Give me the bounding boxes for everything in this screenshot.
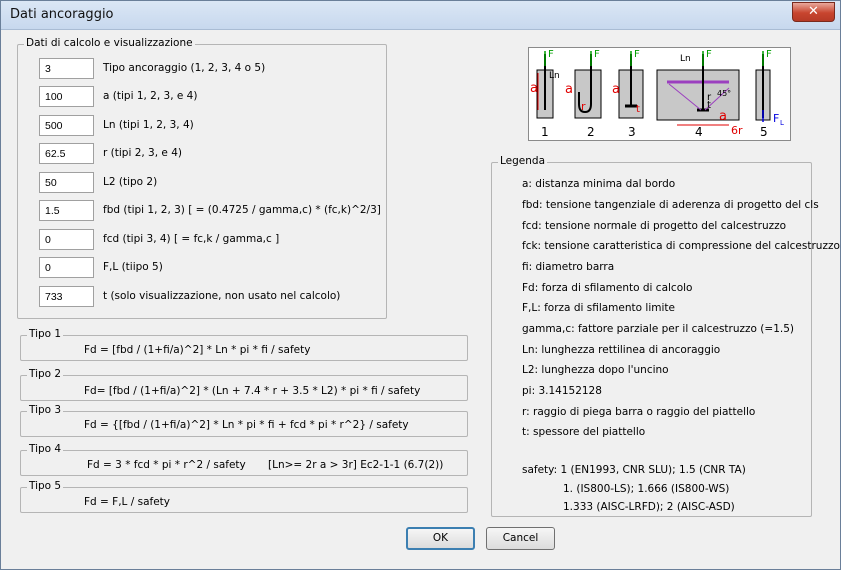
t-label: t (solo visualizzazione, non usato nel c… (103, 290, 341, 302)
fcd-label: fcd (tipi 3, 4) [ = fc,k / gamma,c ] (103, 233, 280, 245)
type5-number: 5 (760, 125, 768, 139)
dialog-window: Dati ancoraggio ✕ Dati di calcolo e visu… (0, 0, 841, 570)
type5-fl-subscript: L (780, 119, 784, 127)
l2-label: L2 (tipo 2) (103, 176, 158, 188)
legend-line-fl: F,L: forza di sfilamento limite (522, 302, 675, 314)
type1-f-label: F (548, 49, 554, 60)
legend-safety-1: safety: 1 (EN1993, CNR SLU); 1.5 (CNR TA… (522, 464, 746, 476)
type4-ln-label: Ln (680, 54, 691, 64)
type4-f-label: F (706, 49, 712, 60)
anchorage-figure: F a Ln 1 F a r 2 F a t 3 F Ln r t 45° a … (528, 47, 791, 141)
type3-sketch: F a t 3 (612, 49, 644, 139)
tipo5-label: Tipo 5 (27, 480, 64, 492)
anchorage-diagram: F a Ln 1 F a r 2 F a t 3 F Ln r t 45° a … (530, 49, 784, 139)
type4-a-label: a (719, 109, 727, 124)
tipo4-label: Tipo 4 (27, 443, 64, 455)
tipo1-formula: Fd = [fbd / (1+fi/a)^2] * Ln * pi * fi /… (84, 344, 311, 356)
tipo1-label: Tipo 1 (27, 328, 64, 340)
r-input[interactable] (39, 143, 94, 164)
fl-input[interactable] (39, 257, 94, 278)
fl-label: F,L (tiipo 5) (103, 261, 163, 273)
type4-sketch: F Ln r t 45° a 6r 4 (656, 49, 743, 139)
type5-sketch: F F L 5 (755, 49, 784, 139)
type2-sketch: F a r 2 (565, 49, 602, 139)
legend-line-t: t: spessore del piattello (522, 426, 646, 438)
legend-line-ln: Ln: lunghezza rettilinea di ancoraggio (522, 344, 721, 356)
legend-line-a: a: distanza minima dal bordo (522, 178, 676, 190)
title-bar: Dati ancoraggio ✕ (1, 1, 840, 30)
legend-group-label: Legenda (498, 155, 548, 167)
tipo4-note: [Ln>= 2r a > 3r] Ec2-1-1 (6.7(2)) (268, 459, 444, 471)
ln-input[interactable] (39, 115, 94, 136)
l2-input[interactable] (39, 172, 94, 193)
legend-safety-3: 1.333 (AISC-LRFD); 2 (AISC-ASD) (563, 501, 735, 513)
legend-line-l2: L2: lunghezza dopo l'uncino (522, 364, 669, 376)
type3-number: 3 (628, 125, 636, 139)
a-input[interactable] (39, 86, 94, 107)
type4-t-label: t (707, 100, 711, 111)
window-title: Dati ancoraggio (10, 7, 114, 22)
type1-number: 1 (541, 125, 549, 139)
legend-line-r: r: raggio di piega barra o raggio del pi… (522, 406, 756, 418)
legend-line-pi: pi: 3.14152128 (522, 385, 602, 397)
type1-a-label: a (530, 81, 538, 96)
type2-f-label: F (594, 49, 600, 60)
close-button[interactable]: ✕ (792, 2, 835, 22)
legend-line-gamma: gamma,c: fattore parziale per il calcest… (522, 323, 794, 335)
tipo4-formula: Fd = 3 * fcd * pi * r^2 / safety (87, 459, 246, 471)
ln-label: Ln (tipi 1, 2, 3, 4) (103, 119, 194, 131)
legend-safety-2: 1. (IS800-LS); 1.666 (IS800-WS) (563, 483, 730, 495)
tipo3-formula: Fd = {[fbd / (1+fi/a)^2] * Ln * pi * fi … (84, 419, 409, 431)
tipo5-formula: Fd = F,L / safety (84, 496, 171, 508)
fbd-input[interactable] (39, 200, 94, 221)
type4-6r-label: 6r (731, 124, 743, 137)
type4-number: 4 (695, 125, 703, 139)
legend-line-fck: fck: tensione caratteristica di compress… (522, 240, 840, 252)
t-input[interactable] (39, 286, 94, 307)
type4-angle-label: 45° (717, 89, 731, 98)
tipo-ancoraggio-label: Tipo ancoraggio (1, 2, 3, 4 o 5) (103, 62, 266, 74)
type5-fl-label: F (773, 112, 779, 125)
type2-r-label: r (581, 100, 586, 113)
type2-number: 2 (587, 125, 595, 139)
tipo2-label: Tipo 2 (27, 368, 64, 380)
type3-t-label: t (636, 104, 640, 115)
fcd-input[interactable] (39, 229, 94, 250)
params-group-label: Dati di calcolo e visualizzazione (24, 37, 195, 49)
tipo2-formula: Fd= [fbd / (1+fi/a)^2] * (Ln + 7.4 * r +… (84, 385, 421, 397)
legend-line-fd: Fd: forza di sfilamento di calcolo (522, 282, 693, 294)
a-label: a (tipi 1, 2, 3, e 4) (103, 90, 198, 102)
type3-a-label: a (612, 82, 620, 97)
tipo-ancoraggio-input[interactable] (39, 58, 94, 79)
type5-f-label: F (766, 49, 772, 60)
cancel-button[interactable]: Cancel (486, 527, 555, 550)
r-label: r (tipi 2, 3, e 4) (103, 147, 182, 159)
type2-a-label: a (565, 82, 573, 97)
type1-sketch: F a Ln 1 (530, 49, 560, 139)
type3-f-label: F (634, 49, 640, 60)
legend-line-fcd: fcd: tensione normale di progetto del ca… (522, 220, 787, 232)
legend-line-fi: fi: diametro barra (522, 261, 615, 273)
legend-line-fbd: fbd: tensione tangenziale di aderenza di… (522, 199, 819, 211)
tipo3-label: Tipo 3 (27, 404, 64, 416)
type1-ln-label: Ln (549, 71, 560, 81)
fbd-label: fbd (tipi 1, 2, 3) [ = (0.4725 / gamma,c… (103, 204, 381, 216)
ok-button[interactable]: OK (406, 527, 475, 550)
